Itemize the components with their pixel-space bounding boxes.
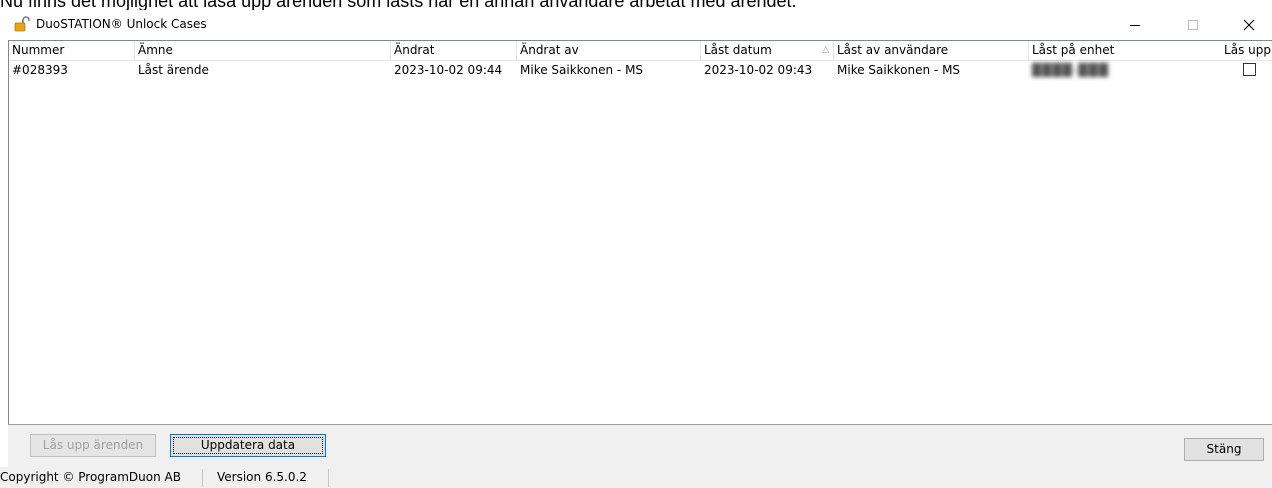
unlocked-padlock-icon bbox=[14, 16, 30, 32]
title-bar[interactable]: DuoSTATION® Unlock Cases bbox=[0, 10, 1272, 40]
cell-last-datum: 2023-10-02 09:43 bbox=[704, 63, 813, 77]
column-label: Ändrat av bbox=[520, 43, 579, 57]
maximize-button[interactable] bbox=[1170, 10, 1216, 40]
column-header-andrat[interactable]: Ändrat bbox=[391, 41, 517, 60]
unlock-cases-window: DuoSTATION® Unlock Cases Nummer Ämne Änd… bbox=[0, 10, 1272, 488]
column-header-las-upp[interactable]: Lås upp bbox=[1209, 41, 1272, 60]
refresh-data-button[interactable]: Uppdatera data bbox=[170, 434, 326, 457]
column-header-last-pa-enhet[interactable]: Låst på enhet bbox=[1029, 41, 1209, 60]
close-icon bbox=[1243, 19, 1255, 31]
column-header-andrat-av[interactable]: Ändrat av bbox=[517, 41, 701, 60]
window-title: DuoSTATION® Unlock Cases bbox=[36, 17, 207, 31]
close-button[interactable]: Stäng bbox=[1184, 438, 1264, 461]
column-header-last-datum[interactable]: Låst datum △ bbox=[701, 41, 834, 60]
cell-last-pa-enhet-redacted: ████-███ bbox=[1032, 63, 1109, 77]
list-header: Nummer Ämne Ändrat Ändrat av Låst datum … bbox=[9, 41, 1272, 61]
minimize-icon bbox=[1130, 25, 1140, 26]
column-header-last-av-anvandare[interactable]: Låst av användare bbox=[834, 41, 1029, 60]
version-text: Version 6.5.0.2 bbox=[217, 470, 307, 484]
status-bar: Copyright © ProgramDuon AB Version 6.5.0… bbox=[0, 467, 1272, 488]
column-label: Lås upp bbox=[1224, 43, 1271, 57]
cell-amne: Låst ärende bbox=[138, 63, 209, 77]
column-label: Nummer bbox=[12, 43, 65, 57]
column-label: Låst av användare bbox=[837, 43, 949, 57]
unlock-checkbox[interactable] bbox=[1243, 63, 1256, 76]
cell-andrat: 2023-10-02 09:44 bbox=[394, 63, 503, 77]
copyright-text: Copyright © ProgramDuon AB bbox=[0, 470, 181, 484]
status-divider bbox=[328, 469, 329, 487]
column-header-amne[interactable]: Ämne bbox=[135, 41, 391, 60]
cell-nummer: #028393 bbox=[12, 63, 68, 77]
cell-andrat-av: Mike Saikkonen - MS bbox=[520, 63, 644, 77]
close-window-button[interactable] bbox=[1226, 10, 1272, 40]
column-label: Låst på enhet bbox=[1032, 43, 1115, 57]
maximize-icon bbox=[1188, 20, 1198, 30]
column-label: Ändrat bbox=[394, 43, 435, 57]
cell-last-av-anvandare: Mike Saikkonen - MS bbox=[837, 63, 961, 77]
column-label: Ämne bbox=[138, 43, 173, 57]
column-label: Låst datum bbox=[704, 43, 772, 57]
minimize-button[interactable] bbox=[1112, 10, 1158, 40]
unlock-cases-button[interactable]: Lås upp ärenden bbox=[30, 434, 156, 457]
locked-cases-list[interactable]: Nummer Ämne Ändrat Ändrat av Låst datum … bbox=[8, 40, 1272, 425]
sort-ascending-icon: △ bbox=[822, 45, 829, 55]
action-panel: Lås upp ärenden Uppdatera data Stäng bbox=[8, 424, 1272, 467]
status-divider bbox=[202, 469, 203, 487]
column-header-nummer[interactable]: Nummer bbox=[9, 41, 135, 60]
table-row[interactable]: #028393 Låst ärende 2023-10-02 09:44 Mik… bbox=[9, 61, 1272, 80]
